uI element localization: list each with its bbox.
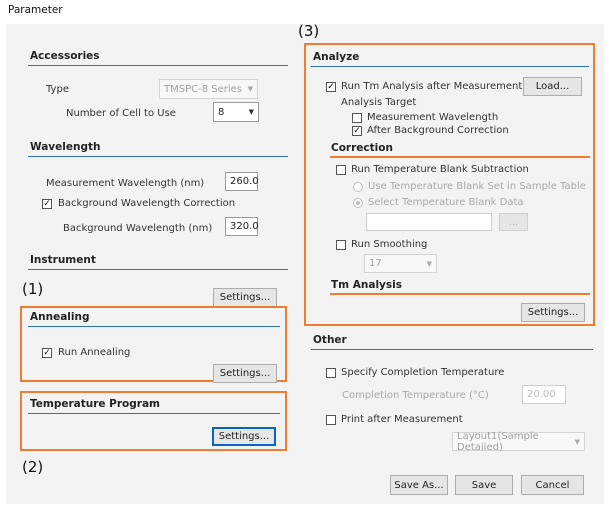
window-title: Parameter (8, 4, 63, 16)
check-icon: ✓ (353, 125, 361, 136)
print-after-label: Print after Measurement (341, 414, 463, 425)
measurement-wavelength-target-label: Measurement Wavelength (367, 112, 499, 123)
run-annealing-label: Run Annealing (58, 347, 131, 358)
instrument-settings-button[interactable]: Settings... (213, 288, 277, 307)
run-annealing-checkbox[interactable]: ✓ (42, 348, 52, 358)
instrument-heading: Instrument (30, 254, 96, 266)
completion-temperature-label: Specify Completion Temperature (341, 367, 505, 378)
instrument-divider (28, 269, 288, 270)
use-blank-radio[interactable] (353, 182, 363, 192)
layout-dropdown[interactable]: Layout1(Sample Detailed) ▼ (452, 430, 585, 453)
bg-wavelength-label: Background Wavelength (nm) (63, 223, 213, 234)
radio-dot-icon (356, 201, 360, 205)
completion-temp-input[interactable]: 20.00 (522, 385, 566, 404)
annealing-settings-button[interactable]: Settings... (213, 364, 277, 383)
analyze-heading: Analyze (313, 51, 360, 63)
browse-blank-button[interactable]: ... (499, 213, 528, 231)
callout-three: (3) (298, 22, 320, 40)
print-after-checkbox[interactable] (326, 415, 336, 425)
smoothing-value: 17 (369, 258, 382, 269)
accessories-heading: Accessories (30, 50, 100, 62)
cells-value: 8 (218, 106, 225, 118)
tm-analysis-heading: Tm Analysis (331, 279, 402, 291)
other-divider (311, 349, 593, 350)
cells-dropdown[interactable]: 8 ▼ (213, 102, 259, 122)
run-tm-checkbox[interactable]: ✓ (326, 82, 336, 92)
temperature-program-settings-button[interactable]: Settings... (212, 427, 276, 446)
smoothing-checkbox[interactable] (336, 240, 346, 250)
check-icon: ✓ (43, 347, 51, 358)
save-button[interactable]: Save (455, 475, 513, 495)
chevron-down-icon: ▼ (574, 437, 580, 446)
tm-analysis-divider (330, 293, 590, 295)
select-blank-radio[interactable] (353, 198, 363, 208)
bg-correction-label: Background Wavelength Correction (58, 198, 236, 209)
analyze-divider (311, 66, 589, 67)
cancel-button[interactable]: Cancel (521, 475, 584, 495)
type-value: TMSPC-8 Series (164, 83, 242, 95)
completion-temperature-checkbox[interactable] (326, 368, 336, 378)
load-button[interactable]: Load... (523, 77, 582, 96)
correction-heading: Correction (331, 142, 393, 154)
use-blank-label: Use Temperature Blank Set in Sample Tabl… (368, 181, 586, 192)
blank-subtraction-checkbox[interactable] (336, 165, 346, 175)
wavelength-heading: Wavelength (30, 141, 101, 153)
smoothing-dropdown[interactable]: 17 ▼ (364, 254, 437, 273)
cells-label: Number of Cell to Use (66, 108, 176, 119)
select-blank-label: Select Temperature Blank Data (368, 197, 524, 208)
other-heading: Other (313, 334, 347, 346)
tm-analysis-settings-button[interactable]: Settings... (521, 303, 585, 322)
wavelength-divider (28, 156, 288, 157)
layout-value: Layout1(Sample Detailed) (457, 430, 539, 453)
callout-one: (1) (22, 280, 44, 298)
temperature-program-divider (28, 413, 280, 414)
save-as-button[interactable]: Save As... (390, 475, 448, 495)
after-bg-correction-checkbox[interactable]: ✓ (352, 126, 362, 136)
chevron-down-icon: ▼ (247, 85, 253, 93)
blank-data-input[interactable] (366, 213, 492, 231)
measurement-wavelength-label: Measurement Wavelength (nm) (46, 178, 205, 189)
run-tm-label: Run Tm Analysis after Measurement (341, 81, 523, 92)
analysis-target-label: Analysis Target (341, 97, 417, 108)
chevron-down-icon: ▼ (426, 259, 432, 268)
temperature-program-heading: Temperature Program (30, 398, 160, 410)
bg-correction-checkbox[interactable]: ✓ (42, 199, 52, 209)
type-dropdown[interactable]: TMSPC-8 Series ▼ (159, 79, 258, 99)
blank-subtraction-label: Run Temperature Blank Subtraction (351, 164, 529, 175)
smoothing-label: Run Smoothing (351, 239, 428, 250)
bg-wavelength-input[interactable]: 320.0 (225, 217, 259, 236)
type-label: Type (46, 84, 69, 95)
completion-temp-value-label: Completion Temperature (°C) (342, 390, 489, 401)
check-icon: ✓ (43, 198, 51, 209)
annealing-divider (28, 326, 280, 327)
correction-divider (330, 156, 590, 158)
chevron-down-icon: ▼ (248, 108, 254, 116)
callout-two: (2) (22, 458, 44, 476)
measurement-wavelength-checkbox[interactable] (352, 113, 362, 123)
after-bg-correction-label: After Background Correction (367, 125, 509, 136)
accessories-divider (28, 65, 288, 66)
check-icon: ✓ (327, 81, 335, 92)
measurement-wavelength-input[interactable]: 260.0 (225, 172, 259, 191)
annealing-heading: Annealing (30, 311, 90, 323)
